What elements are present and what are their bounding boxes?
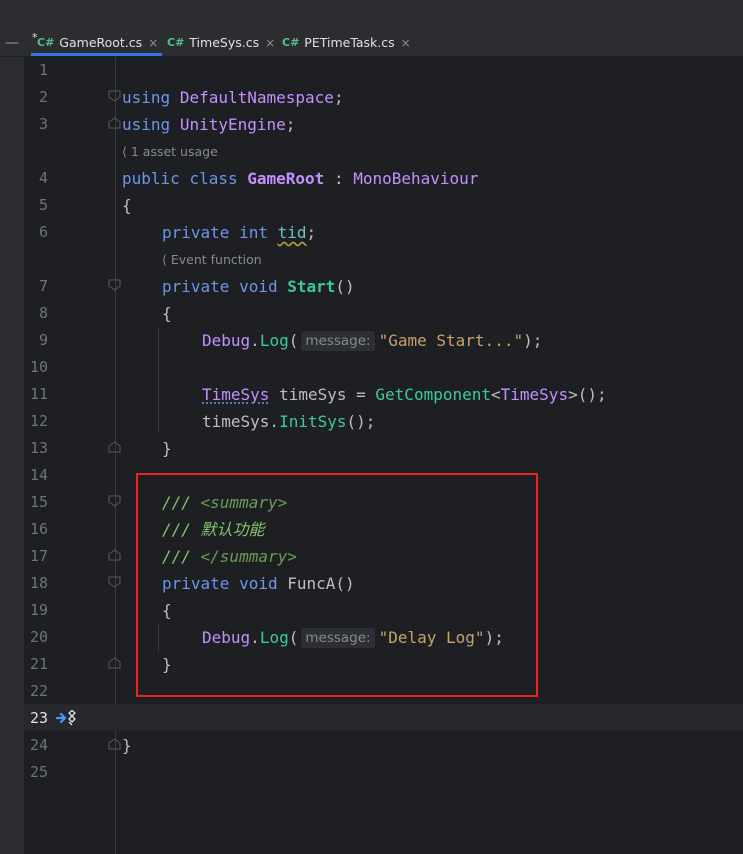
indent-guide [158, 327, 159, 433]
line-number: 2 [38, 88, 48, 106]
tab-timesys[interactable]: C# TimeSys.cs × [167, 29, 275, 56]
fold-close-icon[interactable] [108, 549, 121, 561]
line-number: 3 [38, 115, 48, 133]
line-number: 9 [38, 331, 48, 349]
tool-window-strip [0, 57, 24, 854]
line-number: 13 [29, 439, 48, 457]
line-number: 10 [29, 358, 48, 376]
current-line-highlight [24, 704, 743, 731]
tab-label: GameRoot.cs [59, 35, 143, 50]
line-number: 5 [38, 196, 48, 214]
line-number: 19 [29, 601, 48, 619]
line-number: 8 [38, 304, 48, 322]
code-line-8: { [162, 304, 172, 323]
line-number: 4 [38, 169, 48, 187]
line-number: 14 [29, 466, 48, 484]
line-number-current: 23 [29, 709, 48, 727]
fold-close-icon[interactable] [108, 117, 121, 129]
line-number: 24 [29, 736, 48, 754]
line-number: 25 [29, 763, 48, 781]
fold-open-icon[interactable] [108, 90, 121, 102]
code-line-24: } [122, 736, 132, 755]
asset-usage-hint[interactable]: ⟨ 1 asset usage [122, 142, 218, 162]
line-number: 1 [38, 61, 48, 79]
code-line-12: timeSys.InitSys(); [202, 412, 376, 431]
close-tab-icon[interactable]: × [401, 36, 411, 50]
event-function-hint[interactable]: ⟨ Event function [162, 250, 262, 270]
line-number: 12 [29, 412, 48, 430]
fold-close-icon[interactable] [108, 738, 121, 750]
unity-icon: ⟨ [122, 144, 127, 159]
code-line-7: private void Start() [162, 277, 355, 296]
csharp-file-icon: C# [282, 36, 300, 49]
code-line-5: { [122, 196, 132, 215]
code-line-4: public class GameRoot : MonoBehaviour [122, 169, 479, 188]
line-number: 20 [29, 628, 48, 646]
collapse-icon[interactable]: — [0, 29, 24, 56]
line-number: 17 [29, 547, 48, 565]
code-line-13: } [162, 439, 172, 458]
tab-label: PETimeTask.cs [304, 35, 395, 50]
close-tab-icon[interactable]: × [265, 36, 275, 50]
line-number: 11 [29, 385, 48, 403]
fold-open-icon[interactable] [108, 279, 121, 291]
title-bar [0, 0, 743, 30]
tab-petimetask[interactable]: C# PETimeTask.cs × [282, 29, 411, 56]
execution-arrow-icon[interactable] [55, 709, 79, 731]
close-tab-icon[interactable]: × [148, 36, 158, 50]
fold-open-icon[interactable] [108, 495, 121, 507]
csharp-file-icon: * C# [32, 31, 55, 49]
fold-open-icon[interactable] [108, 576, 121, 588]
code-line-2: using DefaultNamespace; [122, 88, 344, 107]
tab-gameroot[interactable]: * C# GameRoot.cs × [30, 29, 163, 56]
line-number: 21 [29, 655, 48, 673]
line-number: 22 [29, 682, 48, 700]
line-number: 15 [29, 493, 48, 511]
fold-close-icon[interactable] [108, 441, 121, 453]
code-line-6: private int tid; [162, 223, 317, 242]
unity-icon: ⟨ [162, 252, 167, 267]
parameter-hint: message: [301, 331, 375, 351]
code-line-3: using UnityEngine; [122, 115, 296, 134]
annotation-highlight-box [136, 473, 538, 697]
line-number: 7 [38, 277, 48, 295]
csharp-file-icon: C# [167, 36, 185, 49]
code-line-11: TimeSys timeSys = GetComponent<TimeSys>(… [202, 385, 607, 404]
ide-window: — * C# GameRoot.cs × C# TimeSys.cs × C# P… [0, 0, 743, 854]
line-number: 16 [29, 520, 48, 538]
code-line-9: Debug.Log(message: "Game Start..."); [202, 331, 543, 351]
tab-label: TimeSys.cs [189, 35, 260, 50]
line-number: 18 [29, 574, 48, 592]
line-number: 6 [38, 223, 48, 241]
fold-close-icon[interactable] [108, 657, 121, 669]
